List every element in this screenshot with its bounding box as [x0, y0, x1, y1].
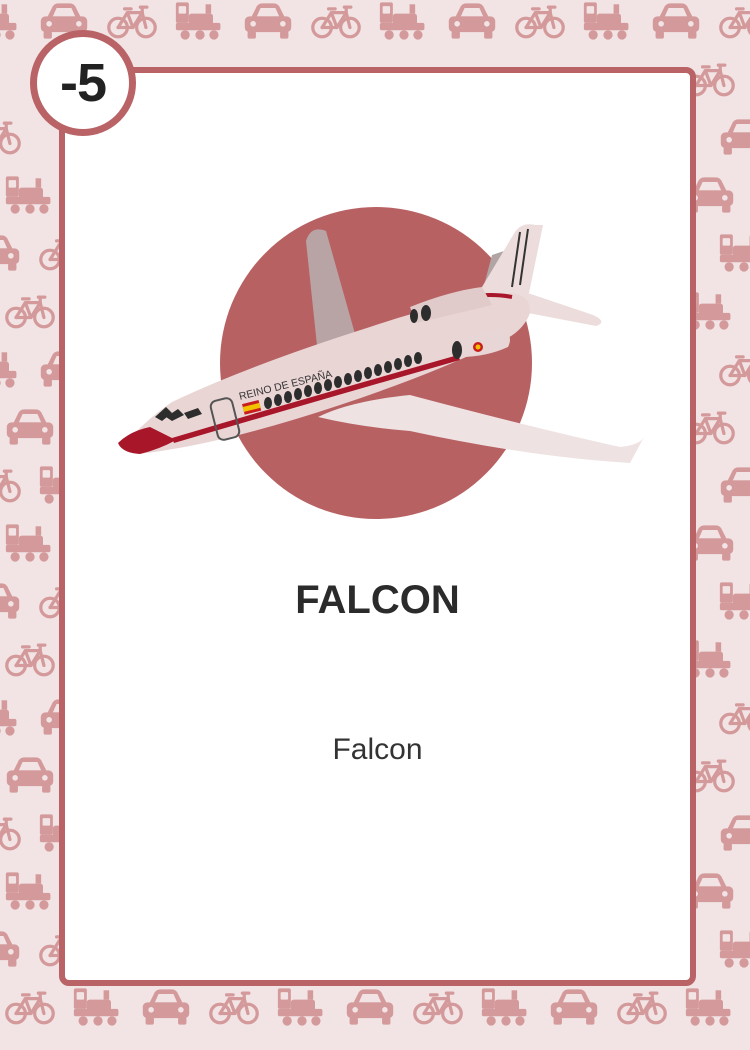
bicycle-icon	[617, 991, 667, 1025]
train-icon	[719, 582, 750, 620]
train-icon	[719, 234, 750, 272]
card-subtitle: Falcon	[332, 733, 423, 766]
car-icon	[6, 409, 54, 445]
car-icon	[720, 467, 750, 503]
bicycle-icon	[719, 353, 750, 387]
bicycle-icon	[5, 643, 55, 677]
train-icon	[379, 2, 425, 40]
train-icon	[481, 988, 527, 1026]
falcon-jet-illustration: REINO DE ESPAÑA	[118, 207, 644, 519]
car-icon	[448, 3, 496, 39]
bicycle-icon	[0, 121, 21, 155]
train-icon	[277, 988, 323, 1026]
bicycle-icon	[719, 5, 750, 39]
bicycle-icon	[5, 295, 55, 329]
bicycle-icon	[107, 5, 157, 39]
train-icon	[175, 2, 221, 40]
train-icon	[5, 176, 51, 214]
car-icon	[550, 989, 598, 1025]
bicycle-icon	[311, 5, 361, 39]
bicycle-icon	[0, 817, 21, 851]
bicycle-icon	[515, 5, 565, 39]
train-icon	[583, 2, 629, 40]
car-icon	[6, 757, 54, 793]
car-icon	[346, 989, 394, 1025]
car-icon	[244, 3, 292, 39]
value-badge: -5	[30, 30, 136, 136]
bicycle-icon	[719, 701, 750, 735]
train-icon	[0, 350, 17, 388]
car-icon	[720, 119, 750, 155]
bicycle-icon	[5, 991, 55, 1025]
train-icon	[0, 2, 17, 40]
car-icon	[0, 235, 20, 271]
car-icon	[720, 815, 750, 851]
train-icon	[5, 524, 51, 562]
train-icon	[5, 872, 51, 910]
train-icon	[719, 930, 750, 968]
car-icon	[0, 583, 20, 619]
card-value: -5	[59, 53, 107, 113]
train-icon	[685, 988, 731, 1026]
train-icon	[73, 988, 119, 1026]
bicycle-icon	[413, 991, 463, 1025]
car-icon	[142, 989, 190, 1025]
car-icon	[0, 931, 20, 967]
bicycle-icon	[0, 469, 21, 503]
train-icon	[0, 698, 17, 736]
game-card-page: -5 REINO DE ESPAÑA FALCON Falcon	[0, 0, 750, 1050]
bicycle-icon	[209, 991, 259, 1025]
card-title: FALCON	[295, 578, 460, 622]
car-icon	[652, 3, 700, 39]
